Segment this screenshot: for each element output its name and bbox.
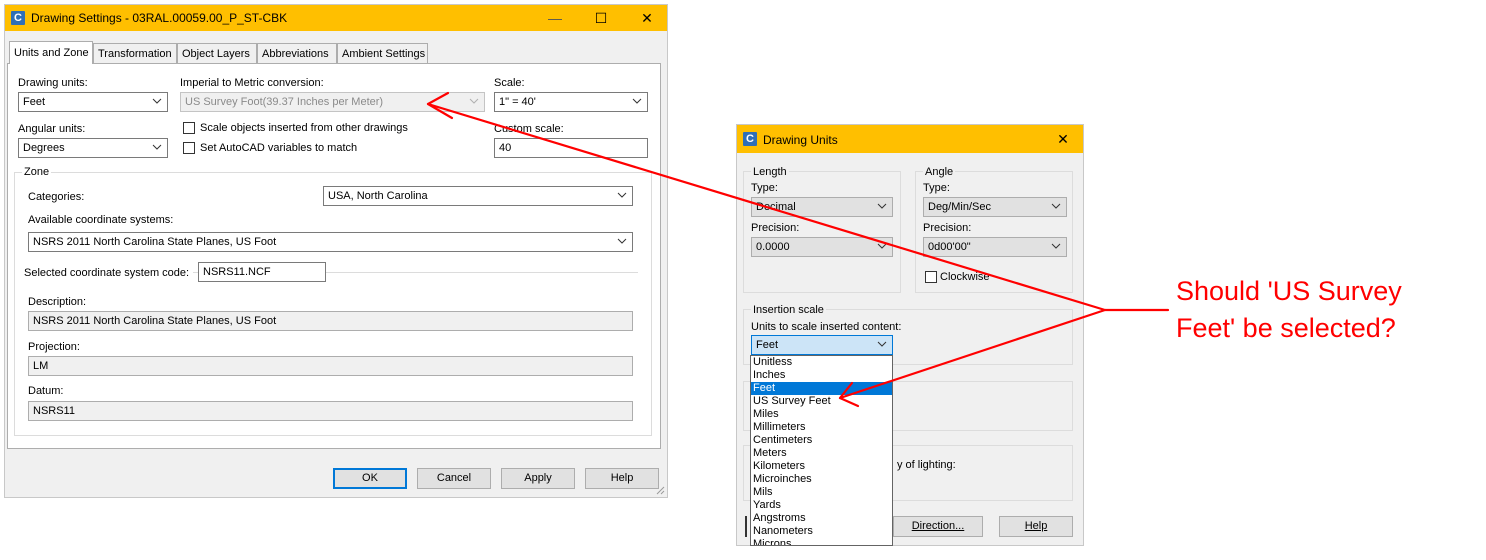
tab-units-and-zone[interactable]: Units and Zone [9, 41, 93, 64]
arrow-to-imperial-conversion [426, 102, 1170, 312]
arrowhead-imperial [426, 91, 454, 120]
annotation-arrows [426, 91, 1170, 408]
arrow-to-us-survey-feet [838, 308, 1107, 400]
